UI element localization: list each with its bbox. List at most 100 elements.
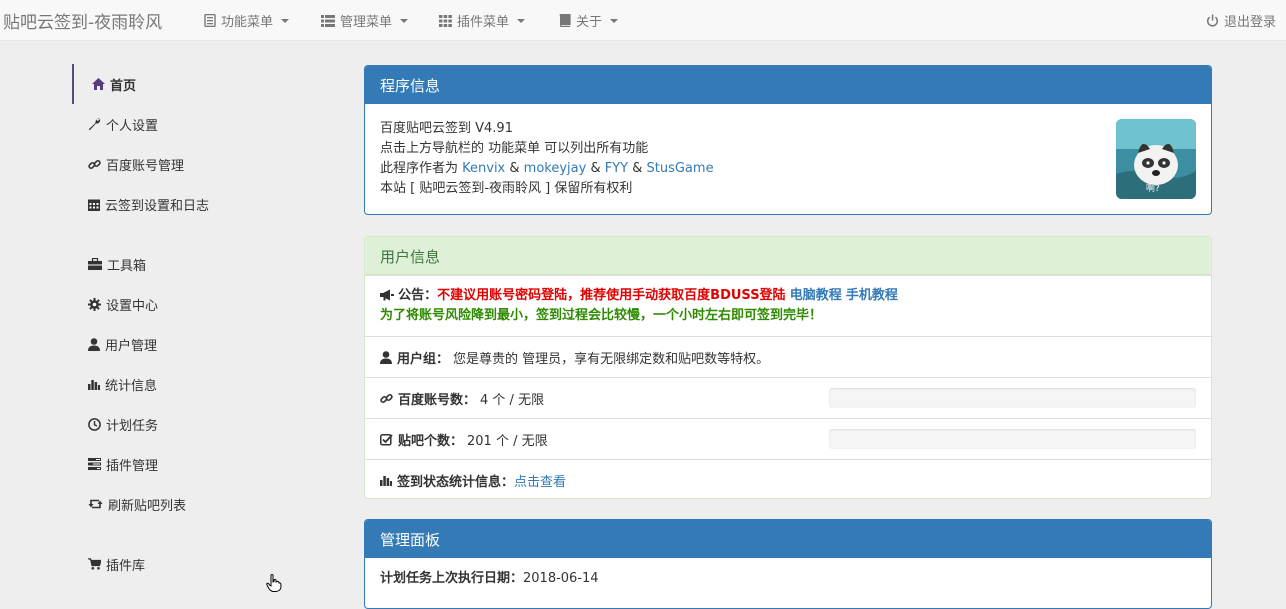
author-link-stusgame[interactable]: StusGame <box>647 161 714 176</box>
tieba-count-value: 201 个 / 无限 <box>467 433 548 449</box>
sidebar-item-plugin-management[interactable]: 插件管理 <box>72 444 312 484</box>
sidebar-item-label: 设置中心 <box>106 298 159 314</box>
cart-icon <box>88 558 101 570</box>
avatar-caption: 啊? <box>1146 184 1160 194</box>
sidebar-item-toolbox[interactable]: 工具箱 <box>72 244 312 284</box>
th-icon <box>439 14 452 27</box>
logout-label: 退出登录 <box>1224 15 1277 30</box>
notice-label: 公告： <box>398 288 438 303</box>
sidebar-item-user-management[interactable]: 用户管理 <box>72 324 312 364</box>
pc-tutorial-link[interactable]: 电脑教程 <box>790 288 842 303</box>
user-group-row: 用户组： 您是尊贵的 管理员，享有无限绑定数和贴吧数等特权。 <box>365 336 1211 377</box>
program-info-title: 程序信息 <box>365 66 1211 104</box>
sidebar-item-settings-center[interactable]: 设置中心 <box>72 284 312 324</box>
power-icon <box>1206 14 1219 27</box>
calendar-icon <box>88 198 100 211</box>
sidebar-item-label: 首页 <box>110 78 137 94</box>
baidu-accounts-progress <box>829 388 1196 408</box>
link-icon <box>88 158 101 171</box>
sidebar-item-label: 云签到设置和日志 <box>105 198 210 214</box>
nav-menu-label: 关于 <box>576 15 603 30</box>
chevron-down-icon <box>281 18 290 23</box>
cron-last-run-label: 计划任务上次执行日期： <box>380 571 524 586</box>
sidebar-item-sign-settings-log[interactable]: 云签到设置和日志 <box>72 184 312 224</box>
nav-menu-label: 功能菜单 <box>221 15 274 30</box>
bullhorn-icon <box>380 289 394 301</box>
sidebar-item-home[interactable]: 首页 <box>72 64 312 104</box>
book-icon <box>559 14 571 27</box>
chevron-down-icon <box>610 18 619 23</box>
stats-icon <box>88 378 100 390</box>
nav-menu-label: 插件菜单 <box>457 15 510 30</box>
tieba-count-row: 贴吧个数： 201 个 / 无限 <box>365 418 1211 459</box>
user-icon <box>380 350 392 364</box>
user-info-title: 用户信息 <box>365 237 1211 275</box>
nav-menu-admin[interactable]: 管理菜单 <box>321 11 409 30</box>
sidebar-item-label: 统计信息 <box>105 378 158 394</box>
user-group-label: 用户组： <box>397 351 450 367</box>
sidebar-item-refresh-tieba-list[interactable]: 刷新贴吧列表 <box>72 484 312 524</box>
cog-icon <box>88 297 101 311</box>
briefcase-icon <box>88 258 102 270</box>
user-icon <box>88 337 100 351</box>
sidebar-item-label: 计划任务 <box>106 418 159 434</box>
top-navbar: 贴吧云签到-夜雨聆风 功能菜单 管理菜单 插件菜单 关于 退出登录 <box>0 0 1286 41</box>
cron-last-run-value: 2018-06-14 <box>523 571 599 586</box>
mobile-tutorial-link[interactable]: 手机教程 <box>846 288 898 303</box>
clock-icon <box>88 417 101 431</box>
nav-menu-plugins[interactable]: 插件菜单 <box>439 11 526 30</box>
author-link-mokeyjay[interactable]: mokeyjay <box>524 161 587 176</box>
program-version: 百度贴吧云签到 V4.91 <box>380 121 513 136</box>
sidebar-item-baidu-accounts[interactable]: 百度账号管理 <box>72 144 312 184</box>
admin-panel-title: 管理面板 <box>365 520 1211 558</box>
home-icon <box>92 78 105 90</box>
user-info-panel: 用户信息 公告：不建议用账号密码登陆，推荐使用手动获取百度BDUSS登陆 电脑教… <box>364 236 1212 499</box>
sidebar-item-label: 插件库 <box>106 558 146 574</box>
sidebar-item-label: 工具箱 <box>107 258 147 274</box>
refresh-icon <box>88 498 103 510</box>
notice-warning: 不建议用账号密码登陆，推荐使用手动获取百度BDUSS登陆 <box>437 288 786 303</box>
wrench-icon <box>88 117 101 131</box>
sidebar-item-scheduled-tasks[interactable]: 计划任务 <box>72 404 312 444</box>
notice-tip: 为了将账号风险降到最小，签到过程会比较慢，一个小时左右即可签到完毕！ <box>380 308 823 323</box>
program-hint: 点击上方导航栏的 功能菜单 可以列出所有功能 <box>380 141 649 156</box>
author-link-kenvix[interactable]: Kenvix <box>462 161 505 176</box>
tieba-count-progress <box>829 429 1196 449</box>
user-group-value: 您是尊贵的 管理员，享有无限绑定数和贴吧数等特权。 <box>453 351 770 367</box>
logout-link[interactable]: 退出登录 <box>1206 11 1276 30</box>
sign-stats-label: 签到状态统计信息： <box>397 474 515 490</box>
admin-panel: 管理面板 计划任务上次执行日期：2018-06-14 <box>364 519 1212 609</box>
baidu-accounts-row: 百度账号数： 4 个 / 无限 <box>365 377 1211 418</box>
sign-stats-link[interactable]: 点击查看 <box>514 471 566 490</box>
notice-row: 公告：不建议用账号密码登陆，推荐使用手动获取百度BDUSS登陆 电脑教程 手机教… <box>365 275 1211 336</box>
sidebar-item-profile-settings[interactable]: 个人设置 <box>72 104 312 144</box>
tieba-count-label: 贴吧个数： <box>398 433 464 449</box>
sidebar-item-label: 个人设置 <box>106 118 159 134</box>
sidebar-item-statistics[interactable]: 统计信息 <box>72 364 312 404</box>
sidebar-item-label: 用户管理 <box>105 338 158 354</box>
baidu-accounts-value: 4 个 / 无限 <box>480 392 545 408</box>
hand-cursor-icon <box>266 574 282 596</box>
sidebar-item-label: 百度账号管理 <box>106 158 185 174</box>
chevron-down-icon <box>517 18 526 23</box>
chevron-down-icon <box>400 18 409 23</box>
author-link-fyy[interactable]: FYY <box>605 161 628 176</box>
sidebar-item-label: 插件管理 <box>106 458 159 474</box>
sign-stats-row: 签到状态统计信息： 点击查看 <box>365 459 1211 500</box>
sidebar-item-label: 刷新贴吧列表 <box>108 498 187 514</box>
list-icon <box>204 14 216 27</box>
avatar: 啊? <box>1116 119 1196 199</box>
tasks-icon <box>88 458 101 470</box>
nav-menu-about[interactable]: 关于 <box>559 11 619 30</box>
nav-menu-features[interactable]: 功能菜单 <box>204 11 290 30</box>
th-list-icon <box>321 14 335 27</box>
nav-menu-label: 管理菜单 <box>340 15 393 30</box>
baidu-accounts-label: 百度账号数： <box>398 392 477 408</box>
program-info-panel: 程序信息 百度贴吧云签到 V4.91 点击上方导航栏的 功能菜单 可以列出所有功… <box>364 65 1212 215</box>
link-icon <box>380 392 393 405</box>
program-copyright: 本站 [ 贴吧云签到-夜雨聆风 ] 保留所有权利 <box>380 181 633 196</box>
program-authors: 此程序作者为 Kenvix & mokeyjay & FYY & StusGam… <box>380 161 714 176</box>
check-square-icon <box>380 433 393 446</box>
site-brand[interactable]: 贴吧云签到-夜雨聆风 <box>3 8 162 33</box>
stats-icon <box>380 474 392 486</box>
